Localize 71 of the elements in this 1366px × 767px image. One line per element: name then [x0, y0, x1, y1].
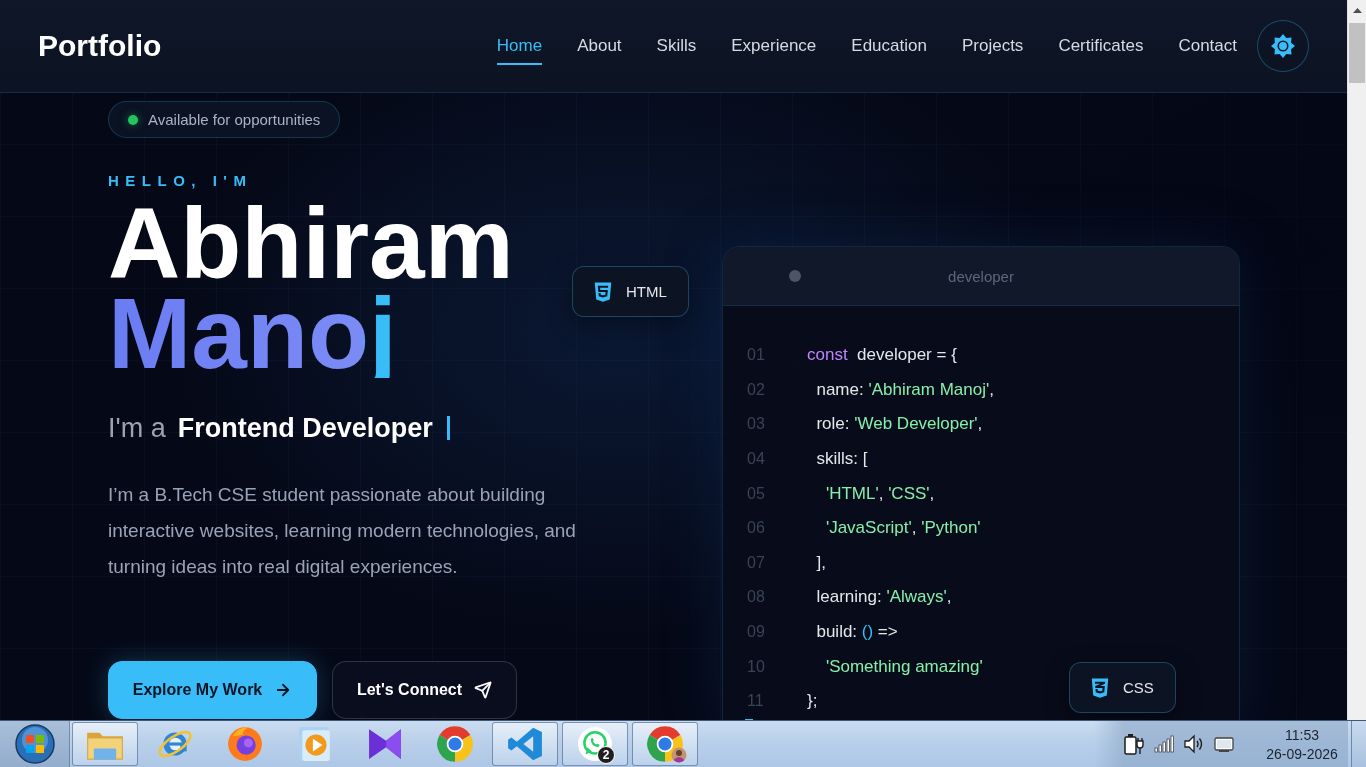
code-line: role: 'Web Developer', — [815, 414, 983, 435]
code-line: }; — [807, 691, 818, 712]
line-number: 11 — [747, 692, 764, 711]
line-number: 07 — [747, 553, 765, 572]
logo-text[interactable]: Portfolio — [38, 28, 162, 64]
tricolor-circle-icon — [436, 725, 474, 763]
code-line: ], — [815, 552, 826, 573]
nav-link[interactable]: Education — [851, 27, 927, 65]
nav-link[interactable]: About — [577, 27, 622, 65]
clock-time: 11:53 — [1285, 726, 1319, 743]
tech-label: HTML — [626, 283, 667, 300]
clock-date: 26-09-2026 — [1266, 745, 1338, 762]
nav-link[interactable]: Certificates — [1058, 27, 1144, 65]
line-number: 04 — [747, 450, 765, 469]
plug-battery-icon[interactable] — [1124, 733, 1144, 755]
code-line: 'HTML', 'CSS', — [824, 483, 935, 504]
line-number: 08 — [747, 588, 765, 607]
nav-link[interactable]: Projects — [961, 27, 1024, 65]
sun-icon — [1271, 34, 1295, 58]
nav-link[interactable]: Home — [496, 27, 543, 65]
line-number: 10 — [747, 657, 765, 676]
shield-icon — [1089, 676, 1111, 699]
explore-button[interactable]: Explore My Work — [108, 661, 317, 719]
nav-link[interactable]: Skills — [656, 27, 697, 65]
tech-label: CSS — [1123, 679, 1154, 696]
play-icon — [298, 726, 332, 762]
code-line: learning: 'Always', — [815, 587, 952, 608]
code-line: skills: [ — [815, 449, 868, 470]
scrollbar-thumb[interactable] — [1349, 23, 1365, 83]
monitor-icon[interactable] — [1214, 735, 1234, 753]
code-line: 'JavaScript', 'Python' — [824, 518, 981, 539]
taskbar-app-button[interactable] — [72, 722, 138, 766]
code-line: build: () => — [815, 622, 898, 643]
show-desktop-button[interactable] — [1351, 721, 1366, 767]
line-number: 02 — [747, 380, 765, 399]
line-number: 09 — [747, 623, 765, 642]
taskbar-app-button[interactable] — [492, 722, 558, 766]
status-dot-icon — [128, 114, 138, 125]
role-prefix: I'm a — [108, 411, 166, 444]
line-number: 05 — [747, 484, 765, 503]
speaker-icon[interactable] — [1184, 734, 1204, 754]
role-text: Frontend Developer — [177, 411, 433, 444]
code-line: name: 'Abhiram Manoj', — [815, 379, 994, 400]
theme-toggle-button[interactable] — [1257, 20, 1309, 72]
first-name-heading: Abhiram — [108, 197, 514, 288]
notification-count: 2 — [597, 746, 615, 764]
scroll-up-icon[interactable] — [1352, 8, 1362, 13]
chevron-logo-icon — [507, 726, 543, 762]
code-line: 'Something amazing' — [824, 656, 983, 677]
shield-icon — [592, 280, 614, 303]
signal-bars-icon[interactable] — [1154, 735, 1174, 753]
nav-link[interactable]: Contact — [1178, 27, 1237, 65]
connect-button[interactable]: Let's Connect — [332, 661, 517, 719]
taskbar-app-button[interactable]: 2 — [562, 722, 628, 766]
line-number: 01 — [747, 346, 765, 365]
nav-link[interactable]: Experience — [731, 27, 817, 65]
taskbar-app-button[interactable] — [632, 722, 698, 766]
intro-paragraph: I’m a B.Tech CSE student passionate about building interactive websites, learning modern technologies, and turning ideas into real digital experiences. — [108, 483, 577, 579]
line-number: 06 — [747, 519, 765, 538]
flame-globe-icon — [227, 726, 263, 762]
status-text: Available for opportunities — [148, 111, 321, 128]
code-window-title: developer — [948, 267, 1014, 285]
paper-plane-icon — [474, 681, 493, 699]
code-line: const developer = { — [807, 345, 957, 366]
greeting-text: HELLO, I'M — [108, 172, 253, 190]
window-dot-icon — [789, 270, 801, 282]
start-orb-icon — [14, 724, 55, 764]
ribbon-icon — [367, 727, 403, 761]
typing-cursor-icon — [446, 415, 450, 440]
start-button[interactable] — [0, 721, 70, 767]
line-number: 03 — [747, 415, 765, 434]
